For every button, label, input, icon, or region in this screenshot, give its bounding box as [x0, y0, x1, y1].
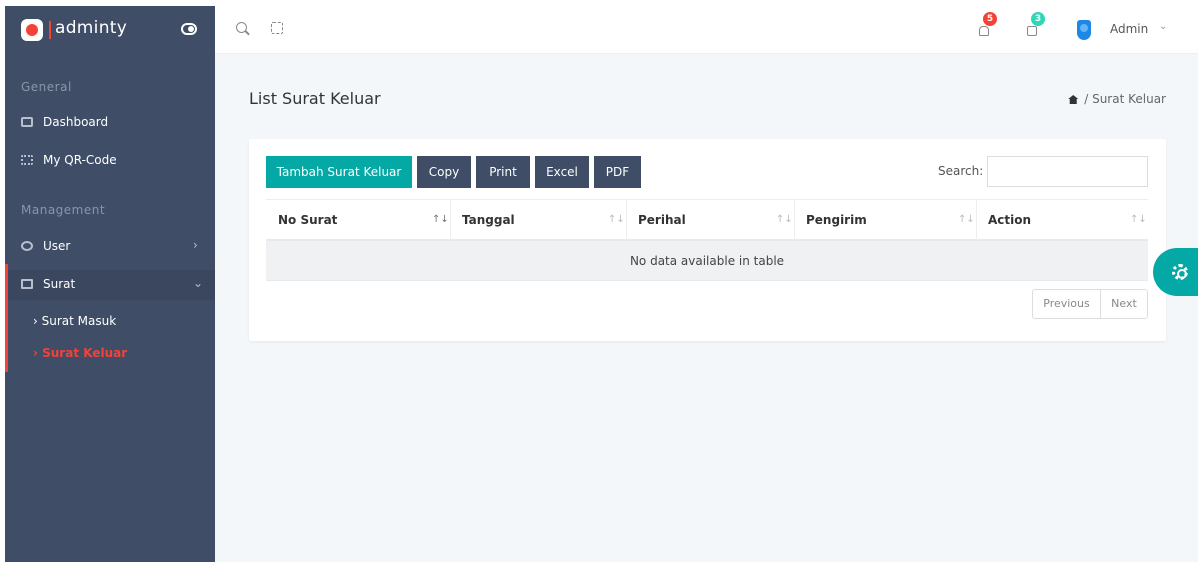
column-header-no-surat[interactable]: No Surat	[278, 213, 337, 227]
previous-page-button[interactable]: Previous	[1033, 290, 1101, 318]
settings-tab[interactable]	[1153, 248, 1198, 296]
chevron-down-icon: ⌄	[193, 276, 204, 290]
sidebar-item-label: My QR-Code	[43, 153, 117, 167]
sidebar-item-qrcode[interactable]: My QR-Code	[5, 146, 215, 176]
page-title: List Surat Keluar	[249, 89, 381, 108]
user-name[interactable]: Admin	[1110, 22, 1148, 36]
breadcrumb-current: / Surat Keluar	[1084, 92, 1166, 106]
sidebar-item-label: Dashboard	[43, 115, 109, 129]
active-indicator	[5, 264, 8, 372]
sidebar-subitem-surat-keluar[interactable]: › Surat Keluar	[33, 346, 127, 360]
sort-icon[interactable]: ↑↓	[432, 214, 449, 225]
bell-icon[interactable]	[979, 26, 989, 36]
breadcrumb: / Surat Keluar	[1068, 92, 1166, 106]
pagination: Previous Next	[1032, 289, 1148, 319]
column-header-action[interactable]: Action	[988, 213, 1031, 227]
column-separator	[794, 200, 795, 240]
sort-icon[interactable]: ↑↓	[776, 214, 793, 225]
gear-icon	[1172, 264, 1188, 280]
sort-icon[interactable]: ↑↓	[1130, 214, 1147, 225]
column-header-pengirim[interactable]: Pengirim	[806, 213, 867, 227]
qrcode-icon	[21, 155, 33, 165]
avatar[interactable]	[1077, 20, 1091, 40]
brand-header: adminty	[5, 6, 215, 54]
nav-caption-general: General	[21, 80, 72, 94]
message-icon[interactable]	[1027, 26, 1037, 36]
nav-caption-management: Management	[21, 203, 106, 217]
dashboard-icon	[21, 117, 33, 127]
copy-button[interactable]: Copy	[417, 156, 471, 188]
home-icon[interactable]	[1068, 95, 1079, 104]
sidebar-subitem-surat-masuk[interactable]: › Surat Masuk	[33, 314, 116, 328]
search-label: Search:	[938, 164, 984, 178]
sidebar-item-label: User	[43, 239, 71, 253]
sidebar-item-dashboard[interactable]: Dashboard	[5, 108, 215, 138]
column-separator	[450, 200, 451, 240]
chevron-down-icon[interactable]: ⌄	[1159, 21, 1167, 32]
excel-button[interactable]: Excel	[535, 156, 589, 188]
column-header-perihal[interactable]: Perihal	[638, 213, 686, 227]
message-badge: 3	[1031, 12, 1045, 26]
brand-name: adminty	[55, 18, 128, 38]
table-row: No data available in table	[266, 241, 1148, 281]
search-icon[interactable]	[236, 22, 247, 33]
sidebar-toggle-icon[interactable]	[181, 23, 197, 35]
brand-logo-icon	[21, 19, 43, 41]
table-card: Tambah Surat Keluar Copy Print Excel PDF…	[249, 139, 1166, 341]
sidebar-item-label: Surat	[43, 277, 76, 291]
fullscreen-icon[interactable]	[271, 22, 283, 34]
sort-icon[interactable]: ↑↓	[958, 214, 975, 225]
search-input[interactable]	[987, 156, 1148, 187]
sort-icon[interactable]: ↑↓	[608, 214, 625, 225]
main-content: List Surat Keluar / Surat Keluar Tambah …	[215, 54, 1198, 562]
document-icon	[21, 279, 33, 289]
table-header: No Surat ↑↓ Tanggal ↑↓ Perihal ↑↓ Pengir…	[266, 199, 1148, 241]
brand-separator	[49, 21, 51, 39]
empty-table-message: No data available in table	[629, 254, 785, 268]
pdf-button[interactable]: PDF	[594, 156, 641, 188]
sidebar: adminty General Dashboard My QR-Code Man…	[5, 6, 215, 562]
notification-badge: 5	[983, 12, 997, 26]
sidebar-item-user[interactable]: User ›	[5, 232, 215, 262]
column-separator	[626, 200, 627, 240]
chevron-right-icon: ›	[193, 238, 198, 252]
users-icon	[21, 241, 33, 251]
column-separator	[976, 200, 977, 240]
topbar: 5 3 Admin ⌄	[215, 6, 1198, 54]
print-button[interactable]: Print	[476, 156, 530, 188]
data-table: No Surat ↑↓ Tanggal ↑↓ Perihal ↑↓ Pengir…	[266, 199, 1148, 281]
add-surat-keluar-button[interactable]: Tambah Surat Keluar	[266, 156, 412, 188]
next-page-button[interactable]: Next	[1101, 290, 1147, 318]
column-header-tanggal[interactable]: Tanggal	[462, 213, 515, 227]
sidebar-item-surat[interactable]: Surat ⌄	[5, 270, 215, 300]
